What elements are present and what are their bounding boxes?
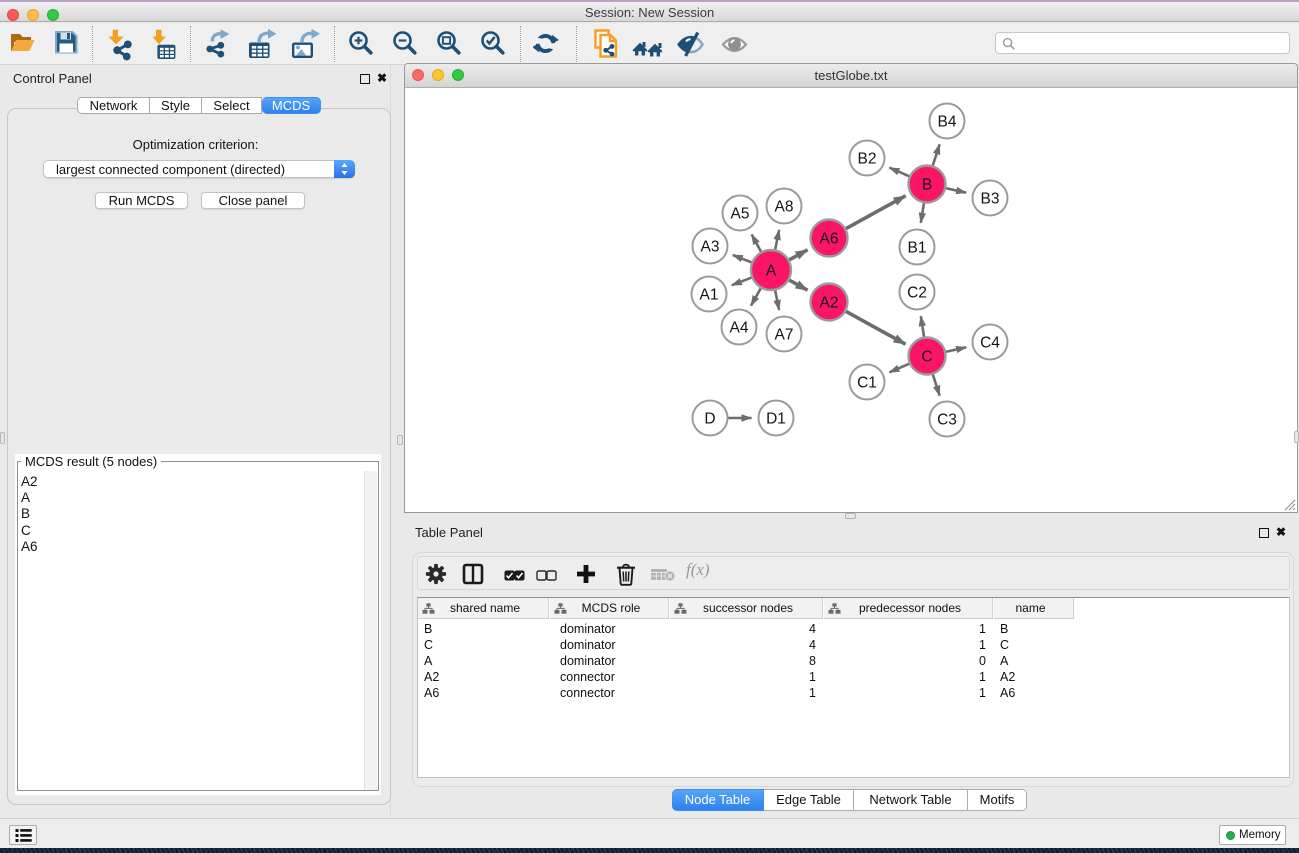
svg-text:C: C — [921, 349, 932, 366]
svg-text:D1: D1 — [766, 411, 786, 428]
svg-text:C3: C3 — [937, 412, 957, 429]
svg-text:B1: B1 — [908, 240, 927, 257]
svg-text:A3: A3 — [701, 239, 720, 256]
svg-text:B4: B4 — [938, 114, 957, 131]
svg-text:C4: C4 — [980, 335, 1000, 352]
svg-text:C2: C2 — [907, 285, 927, 302]
svg-text:A6: A6 — [820, 231, 839, 248]
svg-text:C1: C1 — [857, 375, 877, 392]
svg-text:A: A — [766, 263, 777, 280]
svg-text:B3: B3 — [981, 191, 1000, 208]
svg-text:A8: A8 — [775, 199, 794, 216]
svg-text:A2: A2 — [820, 295, 839, 312]
svg-text:B2: B2 — [858, 151, 877, 168]
svg-text:A4: A4 — [730, 320, 749, 337]
svg-text:A1: A1 — [700, 287, 719, 304]
svg-text:A5: A5 — [731, 206, 750, 223]
svg-text:B: B — [922, 177, 932, 194]
svg-text:A7: A7 — [775, 327, 794, 344]
svg-text:D: D — [704, 411, 715, 428]
